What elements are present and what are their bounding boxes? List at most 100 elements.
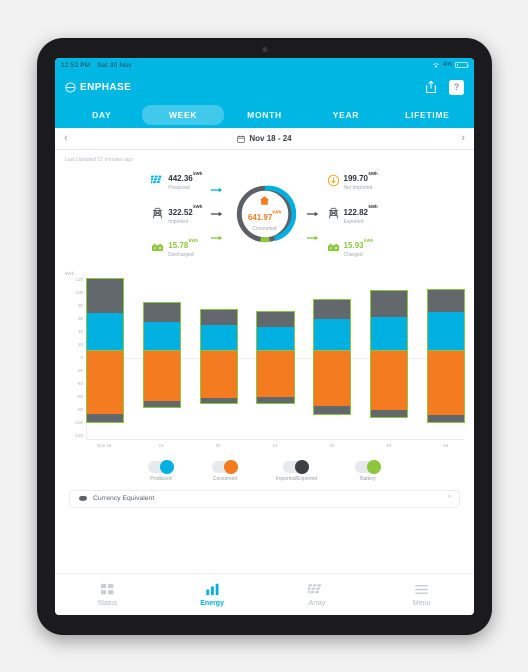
- legend-toggle-battery[interactable]: Battery: [355, 459, 382, 482]
- period-tab-day[interactable]: DAY: [61, 105, 142, 125]
- toggle-knob[interactable]: [159, 459, 174, 474]
- coin-stack-icon: [79, 495, 87, 501]
- bar-segment-exported: [314, 406, 351, 415]
- bar-segment-consumed: [200, 351, 237, 398]
- period-tab-month[interactable]: MONTH: [224, 105, 305, 125]
- chart-bar-column[interactable]: [142, 278, 181, 439]
- metric-text: 322.52kWh Imported: [168, 203, 202, 226]
- y-tick-label: 80: [78, 302, 83, 308]
- bar-stack-negative: [313, 350, 352, 416]
- bar-segment-imported: [143, 303, 180, 322]
- chart-bar-column[interactable]: [369, 278, 409, 439]
- period-tab-year[interactable]: YEAR: [305, 105, 386, 125]
- toggle-knob[interactable]: [295, 459, 310, 474]
- metric-net-imported: 199.70kWh Net Imported: [327, 169, 378, 192]
- bar-segment-exported: [370, 409, 408, 418]
- y-tick-label: -60: [76, 394, 83, 400]
- period-tab-lifetime[interactable]: LIFETIME: [387, 105, 468, 125]
- chart-legend-toggles[interactable]: Produced Consumed Imported/Exported Battery: [55, 453, 474, 486]
- bar-segment-produced: [257, 326, 294, 352]
- bar-segment-imported: [427, 289, 464, 312]
- battery-percent-label: 4%: [442, 62, 452, 68]
- period-tabs: DAY WEEK MONTH YEAR LIFETIME: [55, 102, 474, 128]
- bar-segment-produced: [370, 316, 408, 352]
- share-icon[interactable]: [425, 80, 437, 94]
- toggle-track[interactable]: [355, 459, 382, 474]
- chart-bars[interactable]: [85, 277, 465, 439]
- bar-stack-positive: [142, 302, 181, 353]
- bar-segment-consumed: [427, 351, 464, 415]
- nav-item-menu[interactable]: Menu: [369, 582, 474, 607]
- metric-imported: 322.52kWh Imported: [151, 203, 203, 226]
- period-tab-week[interactable]: WEEK: [142, 105, 224, 125]
- legend-label: Produced: [150, 475, 172, 482]
- chart-bar-column[interactable]: [426, 278, 465, 439]
- y-tick-label: 0: [80, 354, 83, 360]
- metric-produced: 442.36kWh Produced: [151, 169, 203, 192]
- chart-y-axis: 120 100 80 60 40 20 0 -20 -40 -60 -80 -100 -120: [63, 277, 83, 439]
- net-imported-icon: [327, 174, 339, 186]
- toggle-track[interactable]: [283, 459, 310, 474]
- screenshot-root: 12:52 PM Sat 30 Nov 4% ENPHASE ? DAY WEE…: [0, 0, 528, 672]
- chart-bar-column[interactable]: [313, 278, 352, 439]
- bar-stack-negative: [85, 350, 125, 424]
- energy-flow-right-arrows: [303, 183, 323, 244]
- nav-item-array[interactable]: Array: [265, 582, 370, 607]
- bar-segment-produced: [87, 313, 124, 352]
- x-tick-label: 21: [272, 442, 278, 448]
- bar-segment-imported: [314, 299, 351, 320]
- toggle-knob[interactable]: [223, 459, 238, 474]
- chart-bar-column[interactable]: [199, 278, 238, 439]
- metric-text: 442.36kWh Produced: [168, 169, 202, 192]
- bar-segment-exported: [257, 397, 294, 403]
- bar-segment-produced: [200, 325, 237, 352]
- help-button[interactable]: ?: [449, 79, 464, 95]
- bar-stack-negative: [142, 350, 181, 409]
- nav-item-energy[interactable]: Energy: [160, 582, 265, 607]
- legend-toggle-produced[interactable]: Produced: [147, 459, 174, 482]
- bar-stack-positive: [369, 290, 409, 353]
- nav-item-status[interactable]: Status: [55, 582, 160, 607]
- status-bar: 12:52 PM Sat 30 Nov 4%: [55, 58, 474, 72]
- front-camera: [262, 47, 267, 52]
- energy-flow-right-column: 199.70kWh Net Imported 122.82kWh Exported 15…: [327, 169, 378, 259]
- energy-flow-left-column: 442.36kWh Produced 322.52kWh Imported 15.78k…: [151, 169, 203, 259]
- chevron-up-icon[interactable]: ^: [448, 495, 451, 502]
- bar-segment-consumed: [87, 351, 124, 414]
- currency-equivalent-label: Currency Equivalent: [93, 495, 155, 503]
- metric-unit: kWh: [193, 170, 203, 176]
- legend-toggle-imported-exported[interactable]: Imported/Exported: [276, 459, 317, 482]
- toggle-track[interactable]: [147, 459, 174, 474]
- bar-segment-produced: [314, 319, 351, 352]
- chart-bar-column[interactable]: [85, 278, 125, 439]
- wifi-icon: [432, 62, 439, 68]
- consumed-label: Consumed: [252, 226, 277, 233]
- enphase-logo-icon: [65, 81, 76, 93]
- grid-tower-icon: [153, 208, 163, 219]
- toggle-track[interactable]: [211, 459, 238, 474]
- metric-value: 15.78: [168, 241, 189, 251]
- bottom-navigation[interactable]: Status Energy Array Menu: [55, 573, 474, 615]
- nav-label: Energy: [200, 600, 224, 607]
- nav-label: Array: [308, 600, 326, 607]
- currency-equivalent-row[interactable]: Currency Equivalent ^: [69, 489, 460, 508]
- metric-text: 15.78kWh Discharged: [168, 236, 198, 259]
- bar-stack-negative: [256, 350, 295, 404]
- bar-segment-imported: [257, 311, 294, 327]
- y-tick-label: -40: [76, 381, 83, 387]
- chart-bar-column[interactable]: [256, 278, 295, 439]
- y-tick-label: 100: [75, 289, 83, 295]
- y-tick-label: 60: [78, 315, 83, 321]
- bar-segment-imported: [370, 291, 408, 317]
- chart-plot-area[interactable]: 120 100 80 60 40 20 0 -20 -40 -60 -80 -100 -120 Nov …: [63, 277, 466, 453]
- bar-segment-imported: [200, 310, 237, 326]
- date-range-display[interactable]: Nov 18 - 24: [55, 134, 474, 143]
- bar-stack-negative: [199, 350, 238, 405]
- legend-toggle-consumed[interactable]: Consumed: [211, 459, 238, 482]
- calendar-icon: [237, 135, 246, 143]
- toggle-knob[interactable]: [367, 459, 382, 474]
- status-bar-date: Sat 30 Nov: [97, 61, 132, 69]
- bar-segment-exported: [143, 401, 180, 408]
- bar-segment-consumed: [257, 351, 294, 398]
- x-tick-label: 23: [386, 442, 392, 448]
